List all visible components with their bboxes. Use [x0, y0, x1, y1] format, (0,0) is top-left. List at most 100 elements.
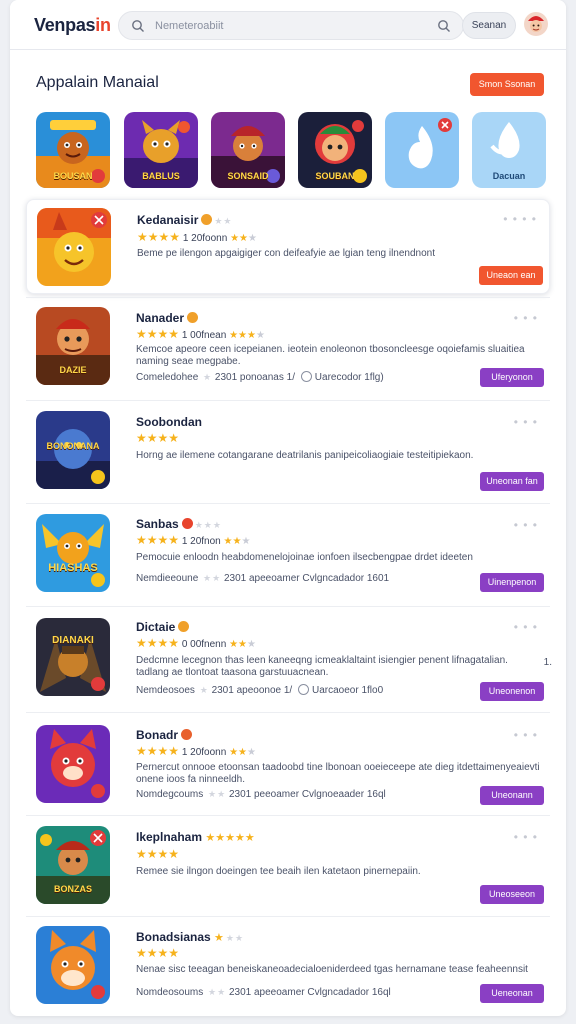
- app-action-button[interactable]: Uneoseeon: [480, 885, 544, 904]
- app-action-button[interactable]: Ueneonan: [480, 984, 544, 1003]
- featured-game-tile[interactable]: BOUSAN: [36, 112, 110, 188]
- star-rating-icon: ★★: [230, 233, 249, 244]
- app-rating: ★★★★: [136, 431, 179, 445]
- verified-icon: [187, 312, 199, 323]
- divider: [26, 400, 550, 401]
- more-options-icon[interactable]: • • •: [514, 830, 538, 844]
- featured-tile-label: BABLUS: [142, 171, 180, 181]
- list-item[interactable]: Bonadr ★★★★ 1 20foonn ★★★ Pernercut onno…: [26, 717, 550, 812]
- game-art-icon: [36, 514, 110, 592]
- search-input[interactable]: [155, 18, 415, 34]
- divider: [26, 916, 550, 917]
- app-rating: ★★★★ 1 20foonn ★★★: [136, 744, 256, 758]
- app-thumbnail: [36, 926, 110, 1004]
- more-options-icon[interactable]: • • •: [514, 518, 538, 532]
- app-description: Kemcoe apeore ceen icepeianen. ieotein e…: [136, 344, 525, 367]
- search-icon: [132, 20, 144, 32]
- list-item[interactable]: DIANAKI Dictaie ★★★★ 0 00fnenn ★★★ Dedcm…: [26, 610, 552, 705]
- app-rating: ★★★★ 0 00fnenn ★★★: [136, 636, 256, 650]
- app-window: Venpasin Seanan Appalain Manaial Smon Ss…: [10, 0, 566, 1016]
- rating-stars-icon: ★★: [225, 933, 245, 943]
- star-rating-icon: ★★★★: [136, 533, 180, 547]
- app-name[interactable]: Soobondan: [136, 415, 202, 429]
- verified-icon: [201, 214, 213, 225]
- divider: [26, 297, 550, 298]
- list-item[interactable]: DAZIE Nanader ★★★★ 1 00fnean ★★★★ Kemcoe…: [26, 299, 550, 394]
- rating-stars-icon: ★★: [208, 789, 227, 799]
- list-item[interactable]: BONONANA Soobondan ★★★★ Horng ae ilemene…: [26, 403, 550, 498]
- app-name[interactable]: Nanader: [136, 311, 199, 325]
- list-item[interactable]: Bonadsianas ★ ★★ ★★★★ Nenae sisc teeagan …: [26, 918, 550, 1013]
- app-name[interactable]: Ikeplnaham ★★★★★: [136, 830, 255, 844]
- game-art-icon: [36, 618, 110, 696]
- more-options-icon[interactable]: • • • •: [503, 212, 537, 226]
- thumbnail-title: BONZAS: [54, 884, 92, 894]
- featured-tile-label: SONSAID: [227, 171, 269, 181]
- app-name[interactable]: Kedanaisir ★★: [137, 213, 233, 227]
- featured-game-tile[interactable]: [385, 112, 459, 188]
- more-options-icon[interactable]: • • •: [514, 311, 538, 325]
- more-options-icon[interactable]: • • •: [514, 620, 538, 634]
- app-name[interactable]: Dictaie: [136, 620, 190, 634]
- list-item[interactable]: BONZAS Ikeplnaham ★★★★★ ★★★★ Remee sie i…: [26, 818, 550, 913]
- game-art-icon: [36, 725, 110, 803]
- app-name[interactable]: Sanbas ★★★: [136, 517, 222, 531]
- divider: [26, 712, 550, 713]
- thumbnail-title: DAZIE: [59, 365, 87, 375]
- app-action-button[interactable]: Uferyonon: [480, 368, 544, 387]
- flame-icon: [385, 112, 459, 188]
- search-button[interactable]: Seanan: [462, 12, 516, 39]
- app-meta: Nemdieeoune ★★ 2301 apeeoamer Cvlgncadad…: [136, 573, 390, 584]
- app-description: Horng ae ilemene cotangarane deatrilanis…: [136, 450, 474, 461]
- rating-stars-icon: ★★: [214, 216, 233, 226]
- app-action-button[interactable]: Uinenpenon: [480, 573, 544, 592]
- thumbnail-title: BONONANA: [46, 441, 100, 451]
- app-meta: Nomdeosoums ★★ 2301 apeeoamer Cvlgncadad…: [136, 987, 391, 998]
- app-thumbnail: [37, 208, 111, 286]
- page-title: Appalain Manaial: [36, 74, 159, 91]
- list-item[interactable]: Kedanaisir ★★ ★★★★ 1 20foonn ★★★ Beme pe …: [26, 199, 550, 294]
- rating-stars-icon: ★★: [208, 987, 227, 997]
- app-rating: ★★★★ 1 20foonn ★★★: [137, 230, 257, 244]
- app-thumbnail: BONZAS: [36, 826, 110, 904]
- app-action-button[interactable]: Uneonenon: [480, 682, 544, 701]
- rating-stars-icon: ★: [199, 685, 209, 695]
- star-rating-icon: ★★★★: [136, 847, 180, 861]
- logo[interactable]: Venpasin: [34, 15, 111, 36]
- app-thumbnail: [36, 725, 110, 803]
- section-action-button[interactable]: Smon Ssonan: [470, 73, 544, 96]
- verified-icon: [178, 621, 190, 632]
- app-meta: Comeledohee ★ 2301 ponoanas 1/ Uarecodor…: [136, 371, 384, 383]
- star-rating-icon: ★★★★: [136, 636, 180, 650]
- star-rating-icon: ★★★★★: [205, 832, 255, 844]
- featured-game-tile[interactable]: Dacuan: [472, 112, 546, 188]
- app-rating: ★★★★ 1 20fnon ★★★: [136, 533, 251, 547]
- app-name[interactable]: Bonadr: [136, 728, 192, 742]
- search-submit-icon[interactable]: [437, 19, 451, 33]
- rating-stars-icon: ★★: [203, 573, 222, 583]
- app-name[interactable]: Bonadsianas ★ ★★: [136, 930, 244, 944]
- divider: [26, 503, 550, 504]
- featured-game-tile[interactable]: SONSAID: [211, 112, 285, 188]
- app-meta: Nemdeosoes ★ 2301 apeoonoe 1/ Uarcaoeor …: [136, 684, 384, 696]
- top-bar: Venpasin Seanan: [10, 0, 566, 50]
- info-icon: [300, 371, 312, 382]
- app-rating: ★★★★: [136, 847, 179, 861]
- more-options-icon[interactable]: • • •: [514, 415, 538, 429]
- app-action-button[interactable]: Uneonan fan: [480, 472, 544, 491]
- list-item[interactable]: HIASHAS Sanbas ★★★ ★★★★ 1 20fnon ★★★ Pemo…: [26, 506, 550, 601]
- featured-tile-label: BOUSAN: [53, 171, 93, 181]
- app-description: Beme pe ilengon apgaigiger con deifeafyi…: [137, 248, 436, 259]
- app-action-button[interactable]: Uneaon ean: [479, 266, 543, 285]
- rating-stars-icon: ★★★: [194, 520, 222, 530]
- app-rating: ★★★★ 1 00fnean ★★★★: [136, 327, 265, 341]
- featured-game-tile[interactable]: BABLUS: [124, 112, 198, 188]
- star-rating-icon: ★★★★: [136, 946, 180, 960]
- app-action-button[interactable]: Uneonann: [480, 786, 544, 805]
- search-bar: [118, 11, 464, 40]
- featured-game-tile[interactable]: SOUBAN: [298, 112, 372, 188]
- rating-stars-icon: ★: [203, 372, 213, 382]
- avatar[interactable]: [524, 12, 548, 36]
- more-options-icon[interactable]: • • •: [514, 728, 538, 742]
- verified-icon: [181, 729, 192, 740]
